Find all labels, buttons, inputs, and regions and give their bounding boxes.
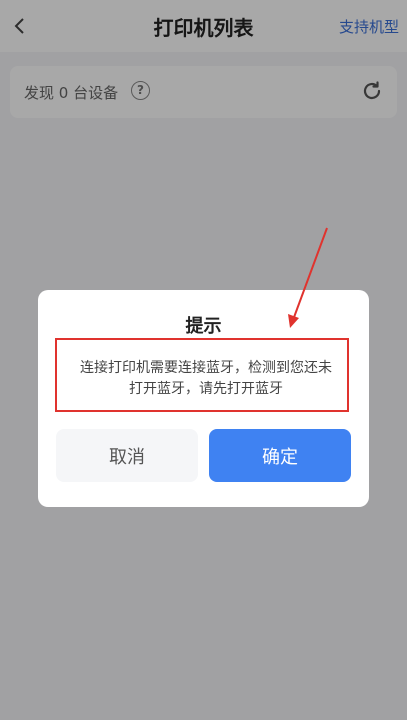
bluetooth-prompt-dialog: 提示 连接打印机需要连接蓝牙，检测到您还未 打开蓝牙，请先打开蓝牙 取消 确定 — [38, 290, 369, 507]
cancel-button[interactable]: 取消 — [56, 429, 198, 482]
confirm-button[interactable]: 确定 — [209, 429, 351, 482]
dialog-message: 连接打印机需要连接蓝牙，检测到您还未 打开蓝牙，请先打开蓝牙 — [62, 358, 350, 400]
dialog-message-line-2: 打开蓝牙，请先打开蓝牙 — [129, 381, 283, 397]
dialog-message-line-1: 连接打印机需要连接蓝牙，检测到您还未 — [80, 360, 332, 376]
dialog-title: 提示 — [185, 316, 222, 337]
